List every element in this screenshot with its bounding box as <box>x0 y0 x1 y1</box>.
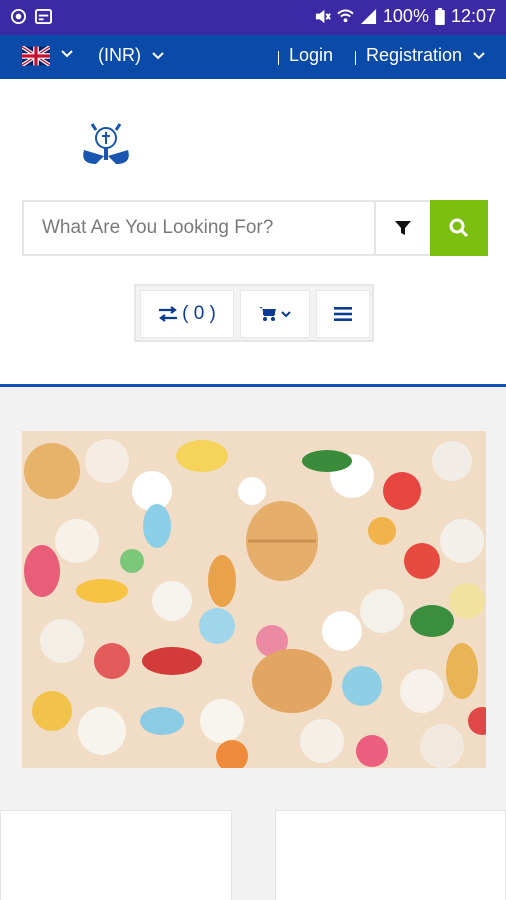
login-link[interactable]: Login <box>278 45 333 66</box>
chevron-down-icon <box>280 311 291 318</box>
status-time: 12:07 <box>450 6 496 26</box>
header-actions: ( 0 ) <box>134 284 374 342</box>
wifi-icon <box>337 9 354 23</box>
product-card[interactable] <box>275 810 506 900</box>
filter-button[interactable] <box>374 202 430 254</box>
menu-button[interactable] <box>316 290 370 338</box>
search-icon <box>449 218 469 238</box>
login-label: Login <box>289 45 334 65</box>
chevron-down-icon <box>473 51 485 59</box>
product-card[interactable] <box>0 810 232 900</box>
compare-count: ( 0 ) <box>182 303 216 324</box>
site-logo[interactable] <box>78 120 134 168</box>
hero-banner-image[interactable] <box>22 431 486 768</box>
search-input[interactable] <box>24 202 374 254</box>
registration-dropdown[interactable]: Registration <box>355 45 486 66</box>
currency-selector[interactable]: (INR) <box>98 45 165 66</box>
filter-icon <box>395 221 411 235</box>
search-button[interactable] <box>430 200 488 256</box>
battery-percent: 100% <box>382 6 429 26</box>
top-nav: (INR) Login Registration <box>0 35 506 79</box>
battery-icon <box>435 8 445 25</box>
compare-icon <box>159 306 178 322</box>
search-bar <box>22 200 488 256</box>
status-bar: 100% 12:07 <box>0 0 506 35</box>
separator <box>278 50 279 65</box>
calendar-icon <box>35 8 52 25</box>
currency-label: (INR) <box>98 45 141 65</box>
pills-image <box>22 431 486 768</box>
main-content <box>0 387 506 900</box>
separator <box>355 50 356 65</box>
cart-button[interactable] <box>240 290 310 338</box>
menu-icon <box>334 307 352 321</box>
android-status-icon <box>10 8 27 25</box>
cart-icon <box>258 307 276 321</box>
chevron-down-icon[interactable] <box>60 47 74 61</box>
chevron-down-icon <box>152 51 164 59</box>
registration-label: Registration <box>366 45 463 65</box>
uk-flag-icon[interactable] <box>22 46 50 66</box>
signal-icon <box>360 8 376 25</box>
compare-button[interactable]: ( 0 ) <box>140 290 234 338</box>
mute-icon <box>315 9 331 24</box>
